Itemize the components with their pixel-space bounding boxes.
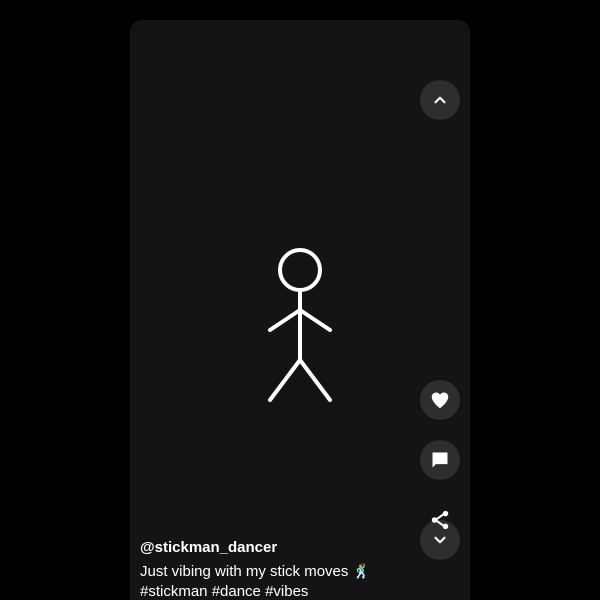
stickman-right-leg xyxy=(298,358,332,402)
stickman-left-leg xyxy=(268,358,302,402)
dancer-emoji: 🕺 xyxy=(352,564,370,580)
share-icon xyxy=(431,510,449,530)
app-screen: @stickman_dancer Just vibing with my sti… xyxy=(0,0,600,600)
previous-video-button[interactable] xyxy=(420,80,460,120)
stickman-head xyxy=(278,248,322,292)
caption-text-line: Just vibing with my stick moves 🕺 xyxy=(140,562,440,582)
video-player[interactable]: @stickman_dancer Just vibing with my sti… xyxy=(130,20,470,600)
username-link[interactable]: @stickman_dancer xyxy=(140,538,440,558)
comment-button[interactable] xyxy=(420,440,460,480)
heart-icon xyxy=(431,392,449,409)
like-button[interactable] xyxy=(420,380,460,420)
stickman-left-arm xyxy=(268,308,302,332)
comment-icon xyxy=(432,452,448,468)
video-caption: @stickman_dancer Just vibing with my sti… xyxy=(140,538,440,600)
share-button[interactable] xyxy=(420,500,460,540)
stickman-figure xyxy=(268,248,332,402)
caption-text: Just vibing with my stick moves xyxy=(140,563,349,580)
chevron-up-icon xyxy=(434,96,446,104)
hashtags[interactable]: #stickman #dance #vibes xyxy=(140,582,440,600)
stickman-right-arm xyxy=(298,308,332,332)
